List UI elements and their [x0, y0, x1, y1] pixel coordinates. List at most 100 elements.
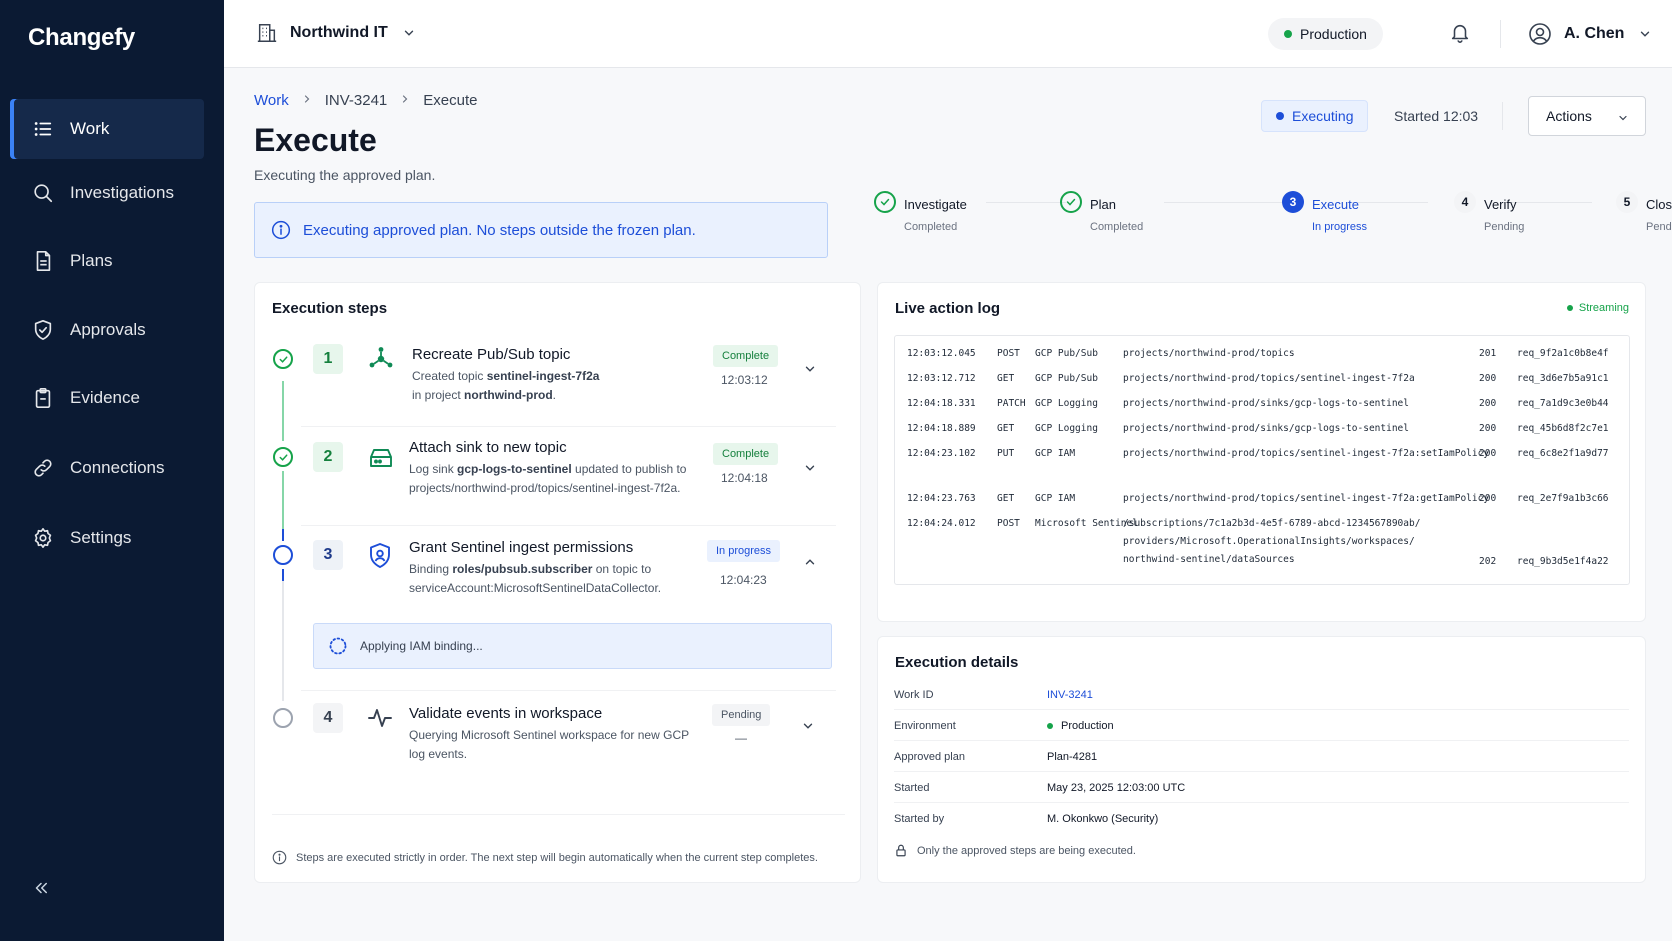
banner-text: Executing approved plan. No steps outsid… [303, 221, 696, 239]
work-id-link[interactable]: INV-3241 [1047, 689, 1093, 701]
breadcrumb-current: Execute [423, 92, 478, 109]
divider [1502, 102, 1503, 130]
org-name: Northwind IT [290, 24, 388, 41]
actions-button[interactable]: Actions [1528, 96, 1646, 136]
detail-row: Environment Production [894, 712, 1629, 741]
chevron-down-icon [1641, 31, 1650, 37]
step-time: 12:04:18 [721, 471, 768, 485]
check-circle-icon [874, 191, 896, 213]
log-row: 12:04:23.763 GET GCP IAM projects/northwind… [907, 493, 1609, 504]
stepper-label: Plan [1090, 197, 1117, 212]
app-logo: Changefy [28, 24, 135, 51]
check-circle-icon [273, 447, 293, 467]
stepper-status: Completed [1090, 221, 1144, 233]
sidebar-item-settings[interactable]: Settings [10, 508, 204, 568]
timeline-line [282, 569, 284, 581]
sidebar-item-connections[interactable]: Connections [10, 438, 204, 498]
applying-text: Applying IAM binding... [360, 639, 483, 653]
step-title: Validate events in workspace [409, 705, 603, 722]
timeline-line [282, 581, 284, 701]
detail-row: Approved plan Plan-4281 [894, 743, 1629, 772]
document-icon [36, 251, 51, 271]
top-bar: Northwind IT Production A. Chen [224, 0, 1672, 68]
org-switcher[interactable]: Northwind IT [256, 22, 428, 44]
link-icon [34, 459, 52, 477]
log-row: 12:04:18.331 PATCH GCP Logging projects/nor… [907, 398, 1609, 409]
footer-text: Steps are executed strictly in order. Th… [296, 851, 818, 864]
log-row: 12:04:24.012 POST Microsoft Sentinel /subs… [907, 518, 1609, 567]
status-badge: Executing [1261, 100, 1369, 132]
stepper-status: Completed [904, 221, 958, 233]
stepper-number: 5 [1616, 191, 1638, 213]
info-banner: Executing approved plan. No steps outsid… [254, 202, 828, 258]
shield-user-icon [370, 543, 390, 568]
chevron-down-icon [1619, 115, 1627, 121]
step-time: 12:04:23 [720, 573, 767, 587]
detail-row: Work ID INV-3241 [894, 681, 1629, 710]
card-title: Execution steps [272, 300, 388, 317]
collapse-sidebar-button[interactable] [32, 877, 50, 903]
status-badge: In progress [707, 540, 781, 562]
notifications-button[interactable] [1449, 22, 1471, 49]
detail-row: Started by M. Okonkwo (Security) [894, 805, 1629, 834]
sidebar-item-label: Investigations [70, 183, 174, 202]
detail-value: Plan-4281 [1047, 751, 1098, 763]
sidebar-item-plans[interactable]: Plans [10, 231, 204, 291]
divider [301, 690, 836, 691]
lock-icon [896, 844, 906, 857]
breadcrumb-inv-link[interactable]: INV-3241 [325, 92, 388, 109]
progress-stepper: Investigate Completed Plan Completed 3 E… [874, 191, 1672, 251]
sink-icon [370, 449, 392, 467]
sidebar-item-evidence[interactable]: Evidence [10, 368, 204, 428]
divider [301, 525, 836, 526]
environment-pill[interactable]: Production [1268, 18, 1383, 50]
pending-step-circle [273, 708, 293, 728]
streaming-indicator: Streaming [1566, 302, 1629, 314]
chevron-down-icon[interactable] [801, 719, 815, 733]
approved-steps-note: Only the approved steps are being execut… [894, 843, 1136, 858]
chevron-up-icon[interactable] [803, 555, 817, 569]
status-dot [1047, 723, 1053, 729]
chevron-down-icon[interactable] [803, 362, 817, 376]
log-row: 12:04:23.102 PUT GCP IAM projects/northwind… [907, 448, 1609, 459]
status-dot [1284, 30, 1292, 38]
chevron-down-icon[interactable] [803, 461, 817, 475]
stepper-number: 4 [1454, 191, 1476, 213]
detail-key: Environment [894, 720, 956, 732]
divider [301, 426, 836, 427]
stepper-label: Execute [1312, 197, 1359, 212]
detail-value: May 23, 2025 12:03:00 UTC [1047, 782, 1186, 794]
sidebar-item-label: Work [70, 119, 110, 138]
user-menu[interactable]: A. Chen [1528, 22, 1652, 46]
chevron-down-icon [404, 30, 413, 36]
timeline-line [282, 529, 284, 541]
timeline-line [282, 381, 284, 441]
page-subtitle: Executing the approved plan. [254, 167, 436, 183]
breadcrumb: Work INV-3241 Execute [254, 92, 477, 109]
execution-details-card: Execution details Work ID INV-3241 Envir… [877, 636, 1646, 883]
check-circle-icon [273, 349, 293, 369]
detail-value: Production [1047, 720, 1114, 732]
log-output[interactable]: 12:03:12.045 POST GCP Pub/Sub projects/nort… [894, 335, 1630, 585]
breadcrumb-work-link[interactable]: Work [254, 92, 289, 109]
pubsub-icon [369, 347, 393, 368]
chevron-right-icon [399, 92, 411, 109]
gear-icon [34, 528, 52, 548]
status-badge: Pending [712, 704, 771, 726]
stepper-connector [986, 202, 1066, 203]
step-description: Log sink gcp-logs-to-sentinel updated to… [409, 462, 687, 495]
activity-icon [368, 709, 392, 727]
user-avatar-icon [1529, 23, 1551, 45]
step-time: 12:03:12 [721, 373, 768, 387]
sidebar-item-label: Evidence [70, 388, 140, 407]
card-title: Live action log [895, 300, 1001, 317]
sidebar-item-approvals[interactable]: Approvals [10, 300, 204, 360]
sidebar-item-investigations[interactable]: Investigations [10, 163, 204, 223]
sidebar-item-label: Settings [70, 528, 132, 547]
step-number: 2 [313, 442, 343, 472]
step-title: Attach sink to new topic [409, 439, 567, 456]
live-action-log-card: Live action log Streaming 12:03:12.045 PO… [877, 282, 1646, 622]
sidebar-item-work[interactable]: Work [10, 99, 204, 159]
main-content: Work INV-3241 Execute Execute Executing … [224, 68, 1672, 941]
sidebar-item-label: Approvals [70, 320, 146, 339]
